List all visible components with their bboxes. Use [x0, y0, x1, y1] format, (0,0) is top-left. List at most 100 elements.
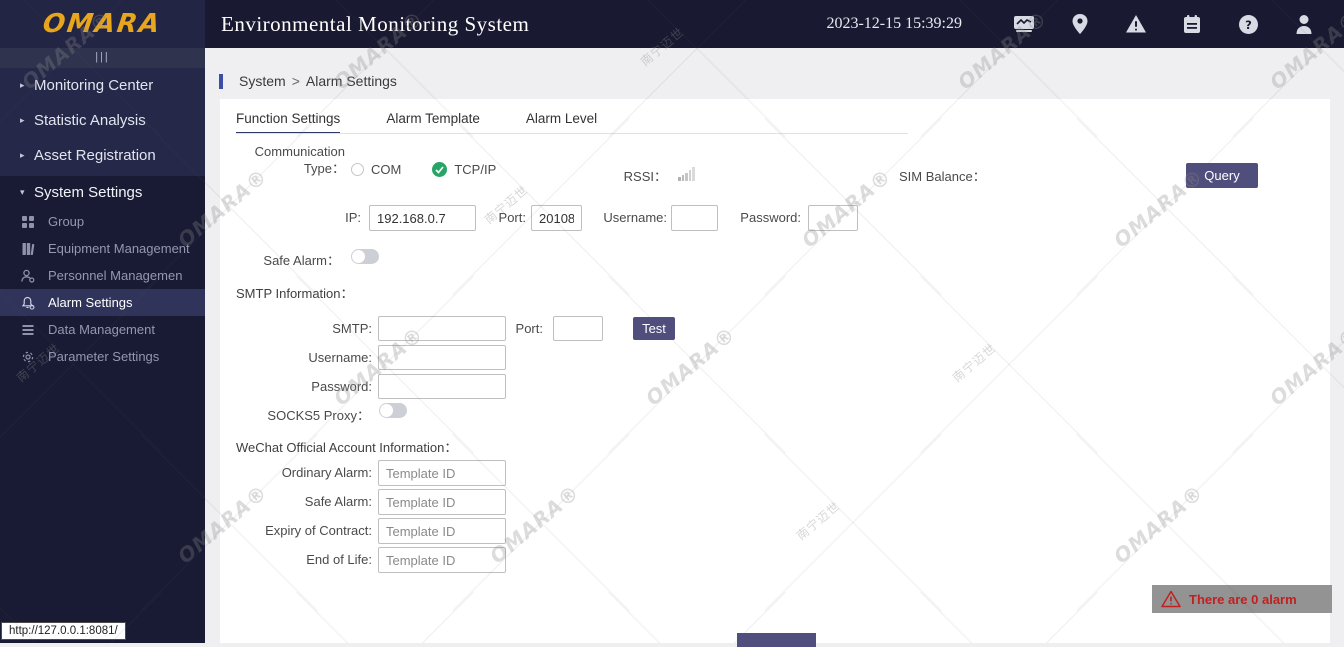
port-input[interactable]	[531, 205, 582, 231]
sidebar-item-personnel-management[interactable]: Personnel Managemen	[0, 262, 205, 289]
end-of-life-label: End of Life:	[306, 552, 372, 567]
sidebar-item-label: Personnel Managemen	[48, 268, 183, 283]
sidebar-item-label: Data Management	[48, 322, 155, 337]
radio-tcpip[interactable]	[432, 162, 448, 177]
safe-alarm-toggle[interactable]	[351, 249, 379, 264]
network-username-input[interactable]	[671, 205, 718, 231]
tab-bar: Function Settings Alarm Template Alarm L…	[236, 111, 597, 134]
calendar-icon[interactable]	[1180, 13, 1204, 35]
breadcrumb-system[interactable]: System	[239, 73, 286, 89]
chevron-right-icon: ▸	[20, 115, 25, 125]
equipment-icon	[20, 241, 35, 256]
breadcrumb-separator: >	[291, 73, 300, 89]
breadcrumb-alarm-settings: Alarm Settings	[305, 73, 397, 89]
sidebar-item-monitoring-center[interactable]: ▸ Monitoring Center	[0, 68, 205, 103]
tab-alarm-template[interactable]: Alarm Template	[386, 111, 480, 134]
smtp-password-input[interactable]	[378, 374, 506, 399]
wechat-safe-alarm-label: Safe Alarm:	[304, 494, 372, 509]
expiry-of-contract-label: Expiry of Contract:	[265, 523, 372, 538]
rssi-label: RSSI：	[623, 169, 667, 184]
header-datetime: 2023-12-15 15:39:29	[826, 15, 962, 32]
sidebar-item-label: Parameter Settings	[48, 349, 160, 364]
sidebar-system-settings-section: ▾ System Settings Group Equipment Manage…	[0, 176, 205, 643]
chevron-down-icon: ▾	[20, 186, 25, 197]
smtp-username-label: Username:	[308, 350, 372, 365]
ip-input[interactable]	[369, 205, 476, 231]
alarm-warning-icon	[1161, 590, 1181, 608]
smtp-port-input[interactable]	[553, 316, 603, 341]
chevron-right-icon: ▸	[20, 80, 25, 90]
smtp-password-label: Password:	[311, 379, 372, 394]
smtp-section-heading: SMTP Information：	[236, 286, 354, 301]
test-button[interactable]: Test	[633, 317, 675, 340]
tab-function-settings[interactable]: Function Settings	[236, 111, 341, 134]
warning-icon[interactable]	[1124, 13, 1148, 35]
sidebar-item-equipment-management[interactable]: Equipment Management	[0, 235, 205, 262]
settings-panel: Function Settings Alarm Template Alarm L…	[220, 99, 1330, 643]
group-icon	[20, 214, 35, 229]
sidebar-item-label: Monitoring Center	[34, 77, 154, 94]
save-button[interactable]	[737, 633, 816, 647]
user-icon[interactable]	[1292, 13, 1316, 35]
sidebar-item-statistic-analysis[interactable]: ▸ Statistic Analysis	[0, 103, 205, 138]
sidebar-item-asset-registration[interactable]: ▸ Asset Registration	[0, 138, 205, 173]
breadcrumb: System > Alarm Settings	[219, 71, 403, 91]
sidebar-item-group[interactable]: Group	[0, 208, 205, 235]
rssi-signal-icon	[678, 167, 695, 181]
alarm-icon	[20, 295, 35, 310]
socks5-proxy-label: SOCKS5 Proxy：	[267, 408, 370, 423]
smtp-label: SMTP:	[332, 321, 372, 336]
radio-tcpip-label: TCP/IP	[454, 162, 497, 177]
sidebar-item-alarm-settings[interactable]: Alarm Settings	[0, 289, 205, 316]
end-of-life-template-input[interactable]	[378, 547, 506, 573]
monitor-icon[interactable]	[1012, 13, 1036, 35]
logo[interactable]: OMARA	[0, 0, 205, 48]
sidebar-item-system-settings[interactable]: ▾ System Settings	[0, 176, 205, 208]
logo-text: OMARA	[41, 9, 164, 39]
sidebar-item-label: System Settings	[34, 183, 143, 201]
sidebar-item-label: Equipment Management	[48, 241, 190, 256]
breadcrumb-accent-bar	[219, 73, 223, 89]
tab-alarm-level[interactable]: Alarm Level	[526, 111, 597, 134]
smtp-port-label: Port:	[515, 321, 543, 336]
status-url: http://127.0.0.1:8081/	[1, 622, 126, 640]
query-button[interactable]: Query	[1186, 163, 1258, 188]
network-password-input[interactable]	[808, 205, 858, 231]
help-icon[interactable]: ?	[1236, 13, 1260, 35]
port-label: Port:	[498, 210, 526, 225]
radio-com[interactable]	[351, 163, 364, 176]
network-password-label: Password:	[740, 210, 801, 225]
sidebar-item-parameter-settings[interactable]: Parameter Settings	[0, 343, 205, 370]
socks5-proxy-toggle[interactable]	[379, 403, 407, 418]
communication-type-radio-group: COM TCP/IP	[351, 162, 496, 177]
ordinary-alarm-label: Ordinary Alarm:	[281, 465, 372, 480]
communication-type-label: Communication Type：	[254, 144, 345, 176]
parameter-icon	[20, 349, 35, 364]
ordinary-alarm-template-input[interactable]	[378, 460, 506, 486]
header-toolbar: 2023-12-15 15:39:29 ?	[826, 13, 1332, 35]
location-icon[interactable]	[1068, 13, 1092, 35]
sidebar-item-label: Group	[48, 214, 85, 229]
ip-label: IP:	[345, 210, 361, 225]
sidebar-item-label: Asset Registration	[34, 147, 156, 164]
sidebar: ▸ Monitoring Center ▸ Statistic Analysis…	[0, 68, 205, 643]
personnel-icon	[20, 268, 35, 283]
sidebar-collapse-handle[interactable]: |||	[0, 48, 205, 68]
page-title: Environmental Monitoring System	[221, 11, 530, 36]
chevron-right-icon: ▸	[20, 150, 25, 160]
data-icon	[20, 322, 35, 337]
expiry-of-contract-template-input[interactable]	[378, 518, 506, 544]
sidebar-item-label: Alarm Settings	[48, 295, 133, 310]
svg-text:?: ?	[1245, 18, 1252, 32]
alarm-notice-text: There are 0 alarm	[1189, 591, 1297, 607]
safe-alarm-template-input[interactable]	[378, 489, 506, 515]
smtp-username-input[interactable]	[378, 345, 506, 370]
safe-alarm-label: Safe Alarm：	[263, 253, 340, 268]
tab-divider	[236, 133, 908, 134]
wechat-section-heading: WeChat Official Account Information：	[236, 440, 458, 455]
app-header: OMARA Environmental Monitoring System 20…	[0, 0, 1344, 48]
alarm-notice-bar[interactable]: There are 0 alarm	[1152, 585, 1332, 613]
sidebar-item-data-management[interactable]: Data Management	[0, 316, 205, 343]
sidebar-item-label: Statistic Analysis	[34, 112, 146, 129]
network-username-label: Username:	[603, 210, 667, 225]
